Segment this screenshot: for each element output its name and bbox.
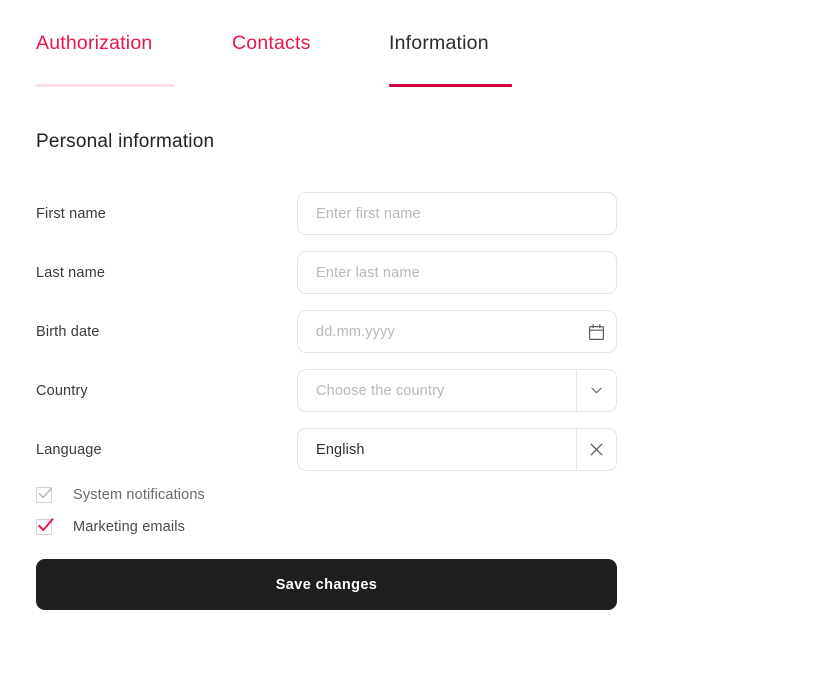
field-row-birth-date: Birth date (36, 310, 617, 353)
language-input[interactable] (298, 429, 576, 470)
tab-information[interactable]: Information (389, 30, 512, 87)
field-row-language: Language (36, 428, 617, 471)
last-name-label: Last name (36, 264, 106, 281)
birth-date-input[interactable] (298, 311, 576, 352)
tab-contacts-underline (232, 84, 331, 87)
tab-authorization[interactable]: Authorization (36, 30, 174, 87)
field-row-last-name: Last name (36, 251, 617, 294)
checkbox-row-marketing-emails[interactable]: Marketing emails (36, 516, 205, 538)
tab-information-underline (389, 84, 512, 87)
personal-information-form: First name Last name Birth date (36, 192, 617, 487)
country-label: Country (36, 382, 88, 399)
save-changes-button[interactable]: Save changes (36, 559, 617, 610)
tab-contacts-label: Contacts (232, 32, 311, 54)
birth-date-label: Birth date (36, 323, 100, 340)
first-name-label: First name (36, 205, 106, 222)
tab-authorization-underline (36, 84, 174, 87)
tab-contacts[interactable]: Contacts (232, 30, 331, 87)
calendar-icon[interactable] (576, 311, 616, 352)
last-name-input[interactable] (298, 252, 616, 293)
page-title: Personal information (36, 131, 215, 152)
first-name-input[interactable] (298, 193, 616, 234)
tab-bar: Authorization Contacts Information (36, 30, 512, 87)
check-icon (38, 487, 52, 499)
language-label: Language (36, 441, 102, 458)
field-row-country: Country (36, 369, 617, 412)
checkbox-system-notifications-label: System notifications (73, 487, 205, 503)
tab-authorization-label: Authorization (36, 32, 153, 54)
last-name-control[interactable] (297, 251, 617, 294)
country-input[interactable] (298, 370, 576, 411)
field-row-first-name: First name (36, 192, 617, 235)
tab-information-label: Information (389, 32, 489, 54)
check-icon (38, 518, 54, 531)
checkbox-marketing-emails-label: Marketing emails (73, 519, 185, 535)
language-control[interactable] (297, 428, 617, 471)
country-control[interactable] (297, 369, 617, 412)
chevron-down-icon[interactable] (576, 370, 616, 411)
first-name-control[interactable] (297, 192, 617, 235)
checkbox-row-system-notifications: System notifications (36, 484, 205, 506)
checkbox-system-notifications (36, 487, 52, 503)
close-icon[interactable] (576, 429, 616, 470)
checkbox-marketing-emails[interactable] (36, 518, 54, 535)
birth-date-control[interactable] (297, 310, 617, 353)
preferences-group: System notifications Marketing emails (36, 484, 205, 548)
